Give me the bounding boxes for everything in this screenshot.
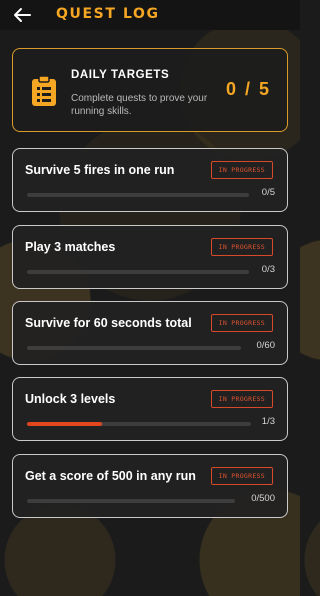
daily-targets-card: DAILY TARGETS Complete quests to prove y… xyxy=(12,48,288,132)
quest-count: 0/500 xyxy=(251,493,275,504)
progress-bar xyxy=(27,270,249,274)
page-title: QUEST LOG xyxy=(56,6,160,22)
progress-bar xyxy=(27,422,251,426)
quest-name: Get a score of 500 in any run xyxy=(25,469,196,483)
status-badge: IN PROGRESS xyxy=(210,467,273,485)
top-bar: QUEST LOG xyxy=(0,0,300,30)
progress-bar-fill xyxy=(27,422,102,426)
status-badge: IN PROGRESS xyxy=(210,161,273,179)
quest-card[interactable]: Survive for 60 seconds total IN PROGRESS… xyxy=(12,301,288,365)
quest-count: 0/3 xyxy=(261,264,275,275)
quest-count: 0/60 xyxy=(256,340,276,351)
quest-name: Unlock 3 levels xyxy=(25,392,116,406)
quest-name: Survive for 60 seconds total xyxy=(25,316,192,330)
status-badge: IN PROGRESS xyxy=(210,314,273,332)
quest-card[interactable]: Unlock 3 levels IN PROGRESS 1/3 xyxy=(12,377,288,441)
status-badge: IN PROGRESS xyxy=(210,238,273,256)
status-badge: IN PROGRESS xyxy=(210,390,273,408)
clipboard-icon xyxy=(29,75,59,107)
daily-targets-description: Complete quests to prove your running sk… xyxy=(71,93,208,117)
arrow-left-icon xyxy=(14,8,31,22)
daily-targets-progress: 0 / 5 xyxy=(225,79,271,99)
quest-count: 0/5 xyxy=(261,187,275,198)
quest-name: Survive 5 fires in one run xyxy=(25,163,175,177)
progress-bar xyxy=(27,193,249,197)
daily-targets-title: DAILY TARGETS xyxy=(71,69,170,81)
progress-bar xyxy=(27,499,235,503)
back-button[interactable] xyxy=(12,6,32,24)
progress-bar xyxy=(27,346,241,350)
quest-card[interactable]: Get a score of 500 in any run IN PROGRES… xyxy=(12,454,288,518)
quest-card[interactable]: Play 3 matches IN PROGRESS 0/3 xyxy=(12,225,288,289)
quest-count: 1/3 xyxy=(261,416,275,427)
quest-card[interactable]: Survive 5 fires in one run IN PROGRESS 0… xyxy=(12,148,288,212)
quest-name: Play 3 matches xyxy=(25,240,116,254)
